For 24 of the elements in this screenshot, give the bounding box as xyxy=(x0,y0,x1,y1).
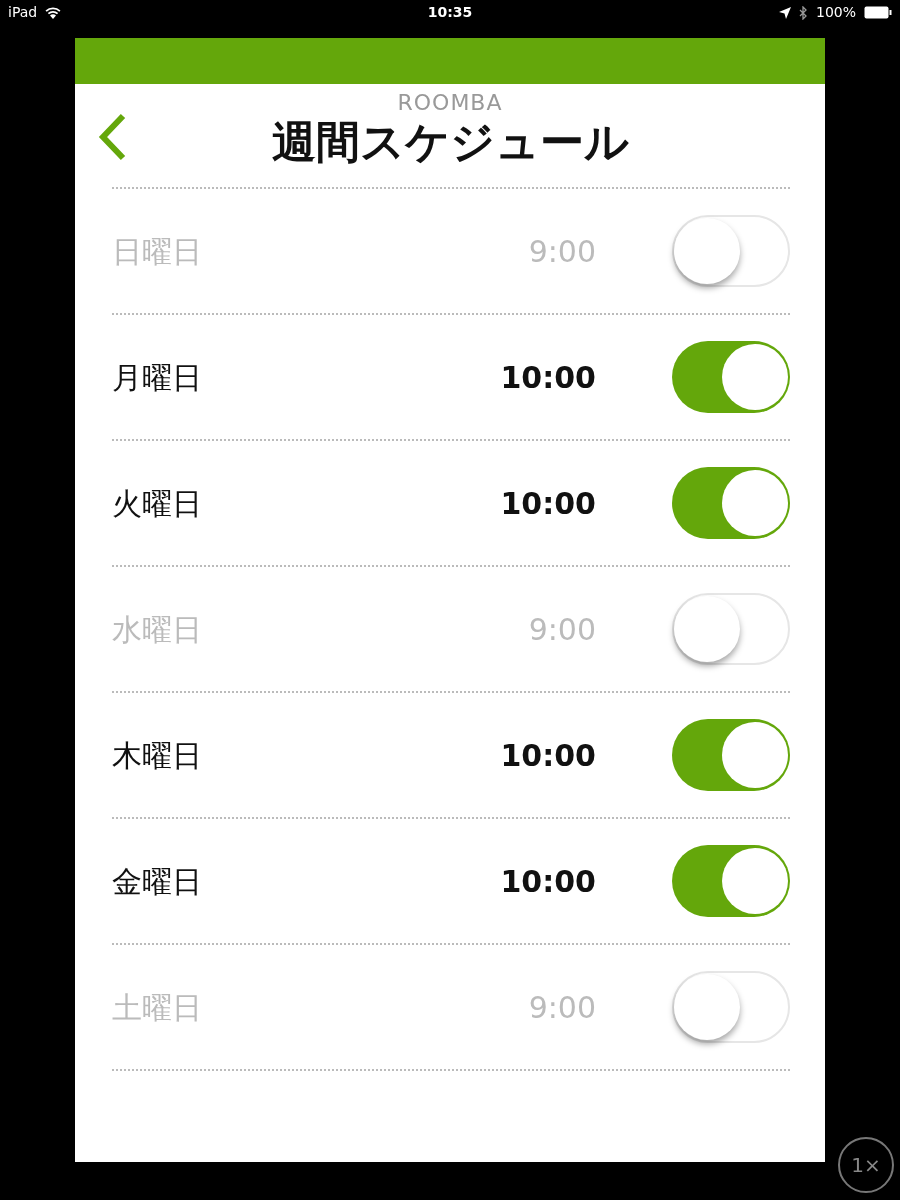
day-label: 月曜日 xyxy=(112,358,203,397)
toggle-switch[interactable] xyxy=(672,215,790,287)
location-arrow-icon xyxy=(779,6,791,19)
schedule-time[interactable]: 10:00 xyxy=(500,858,596,904)
zoom-button[interactable]: 1× xyxy=(838,1137,894,1193)
battery-icon xyxy=(864,6,892,19)
battery-percent: 100% xyxy=(816,3,856,22)
toggle-switch[interactable] xyxy=(672,593,790,665)
device-name: iPad xyxy=(8,3,38,22)
schedule-time[interactable]: 10:00 xyxy=(500,732,596,778)
day-label: 水曜日 xyxy=(112,610,203,649)
status-time: 10:35 xyxy=(426,3,474,22)
page-title: 週間スケジュール xyxy=(271,116,629,169)
schedule-time[interactable]: 10:00 xyxy=(500,354,596,400)
wifi-icon xyxy=(45,6,62,19)
day-label: 日曜日 xyxy=(112,232,203,271)
day-label: 金曜日 xyxy=(112,862,203,901)
bluetooth-icon xyxy=(799,5,808,20)
day-label: 土曜日 xyxy=(112,988,203,1027)
schedule-time[interactable]: 10:00 xyxy=(500,480,596,526)
day-label: 木曜日 xyxy=(112,736,203,775)
app-subtitle: ROOMBA xyxy=(397,92,503,114)
day-label: 火曜日 xyxy=(112,484,203,523)
toggle-switch[interactable] xyxy=(672,971,790,1043)
